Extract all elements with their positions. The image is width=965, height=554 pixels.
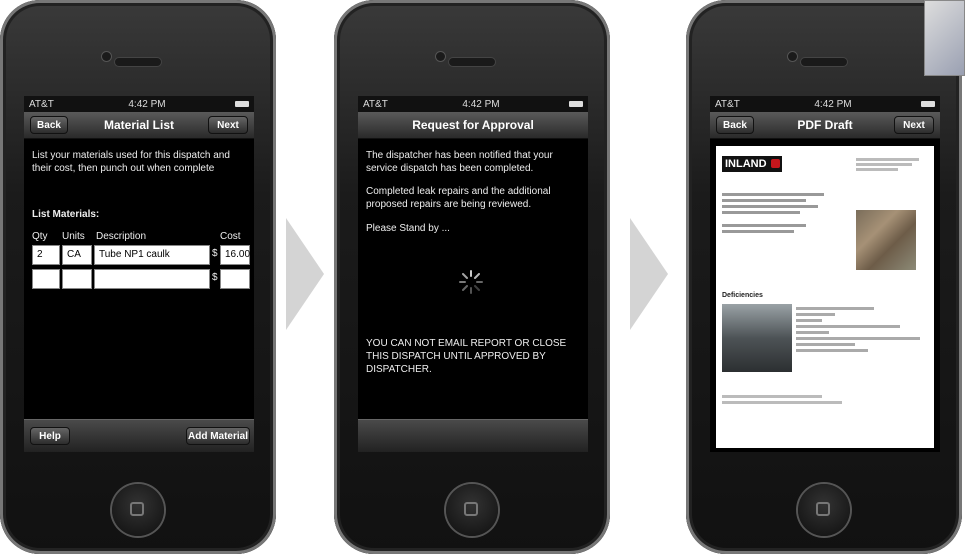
list-heading: List Materials: <box>32 209 100 220</box>
carrier-label: AT&T <box>715 98 740 110</box>
pdf-preview[interactable]: INLAND Deficiencies <box>716 146 934 448</box>
add-material-button[interactable]: Add Material <box>186 427 250 445</box>
next-button[interactable]: Next <box>894 116 934 134</box>
corner-photo-thumbnail <box>924 0 965 76</box>
home-button[interactable] <box>798 484 850 536</box>
battery-icon <box>235 101 249 107</box>
deficiency-lines <box>796 304 926 355</box>
camera <box>436 52 445 61</box>
units-field-empty[interactable] <box>62 269 92 289</box>
page-title: Request for Approval <box>412 118 534 132</box>
logo-mark-icon <box>771 159 780 168</box>
deficiency-photo <box>722 304 792 372</box>
time-label: 4:42 PM <box>128 98 166 110</box>
speaker <box>801 58 847 66</box>
report-details-lines <box>722 190 842 236</box>
bottom-toolbar: Help Add Material <box>24 419 254 452</box>
nav-bar: Request for Approval <box>358 112 588 139</box>
standby-text: Please Stand by ... <box>366 223 450 234</box>
bottom-toolbar <box>358 419 588 452</box>
aerial-photo <box>856 210 916 270</box>
status-bar: AT&T 4:42 PM <box>358 96 588 112</box>
help-button[interactable]: Help <box>30 427 70 445</box>
screen: AT&T 4:42 PM Back PDF Draft Next INLAND <box>710 96 940 452</box>
footer-lines <box>722 392 922 407</box>
next-button[interactable]: Next <box>208 116 248 134</box>
deficiencies-heading: Deficiencies <box>722 292 763 299</box>
company-logo: INLAND <box>722 156 782 172</box>
header-address-lines <box>856 156 926 173</box>
description-field[interactable]: Tube NP1 caulk <box>94 245 210 265</box>
screen: AT&T 4:42 PM Back Material List Next Lis… <box>24 96 254 452</box>
time-label: 4:42 PM <box>814 98 852 110</box>
phone-request-approval: AT&T 4:42 PM Request for Approval The di… <box>334 0 610 554</box>
arrow-right-icon <box>286 218 324 330</box>
arrow-right-icon <box>630 218 668 330</box>
screen: AT&T 4:42 PM Request for Approval The di… <box>358 96 588 452</box>
carrier-label: AT&T <box>29 98 54 110</box>
logo-text: INLAND <box>725 158 767 170</box>
home-button[interactable] <box>112 484 164 536</box>
status-bar: AT&T 4:42 PM <box>710 96 940 112</box>
cost-field-empty[interactable] <box>220 269 250 289</box>
carrier-label: AT&T <box>363 98 388 110</box>
speaker <box>115 58 161 66</box>
units-field[interactable]: CA <box>62 245 92 265</box>
content: The dispatcher has been notified that yo… <box>358 139 588 419</box>
col-cost: Cost <box>220 231 241 242</box>
content: List your materials used for this dispat… <box>24 139 254 419</box>
intro-text: List your materials used for this dispat… <box>32 150 230 174</box>
speaker <box>449 58 495 66</box>
loading-spinner-icon <box>459 270 483 294</box>
home-button[interactable] <box>446 484 498 536</box>
home-square-icon <box>130 502 144 516</box>
qty-field[interactable]: 2 <box>32 245 60 265</box>
time-label: 4:42 PM <box>462 98 500 110</box>
notified-text: The dispatcher has been notified that yo… <box>366 150 553 174</box>
approval-warning: YOU CAN NOT EMAIL REPORT OR CLOSE THIS D… <box>366 338 567 375</box>
review-text: Completed leak repairs and the additiona… <box>366 186 551 210</box>
col-units: Units <box>62 231 85 242</box>
cost-field[interactable]: 16.00 <box>220 245 250 265</box>
battery-icon <box>921 101 935 107</box>
nav-bar: Back Material List Next <box>24 112 254 139</box>
phone-material-list: AT&T 4:42 PM Back Material List Next Lis… <box>0 0 276 554</box>
currency-symbol-2: $ <box>212 272 218 283</box>
battery-icon <box>569 101 583 107</box>
phone-pdf-draft: AT&T 4:42 PM Back PDF Draft Next INLAND <box>686 0 962 554</box>
camera <box>788 52 797 61</box>
currency-symbol: $ <box>212 248 218 259</box>
description-field-empty[interactable] <box>94 269 210 289</box>
col-description: Description <box>96 231 147 242</box>
nav-bar: Back PDF Draft Next <box>710 112 940 139</box>
camera <box>102 52 111 61</box>
home-square-icon <box>464 502 478 516</box>
col-qty: Qty <box>32 231 48 242</box>
home-square-icon <box>816 502 830 516</box>
qty-field-empty[interactable] <box>32 269 60 289</box>
status-bar: AT&T 4:42 PM <box>24 96 254 112</box>
